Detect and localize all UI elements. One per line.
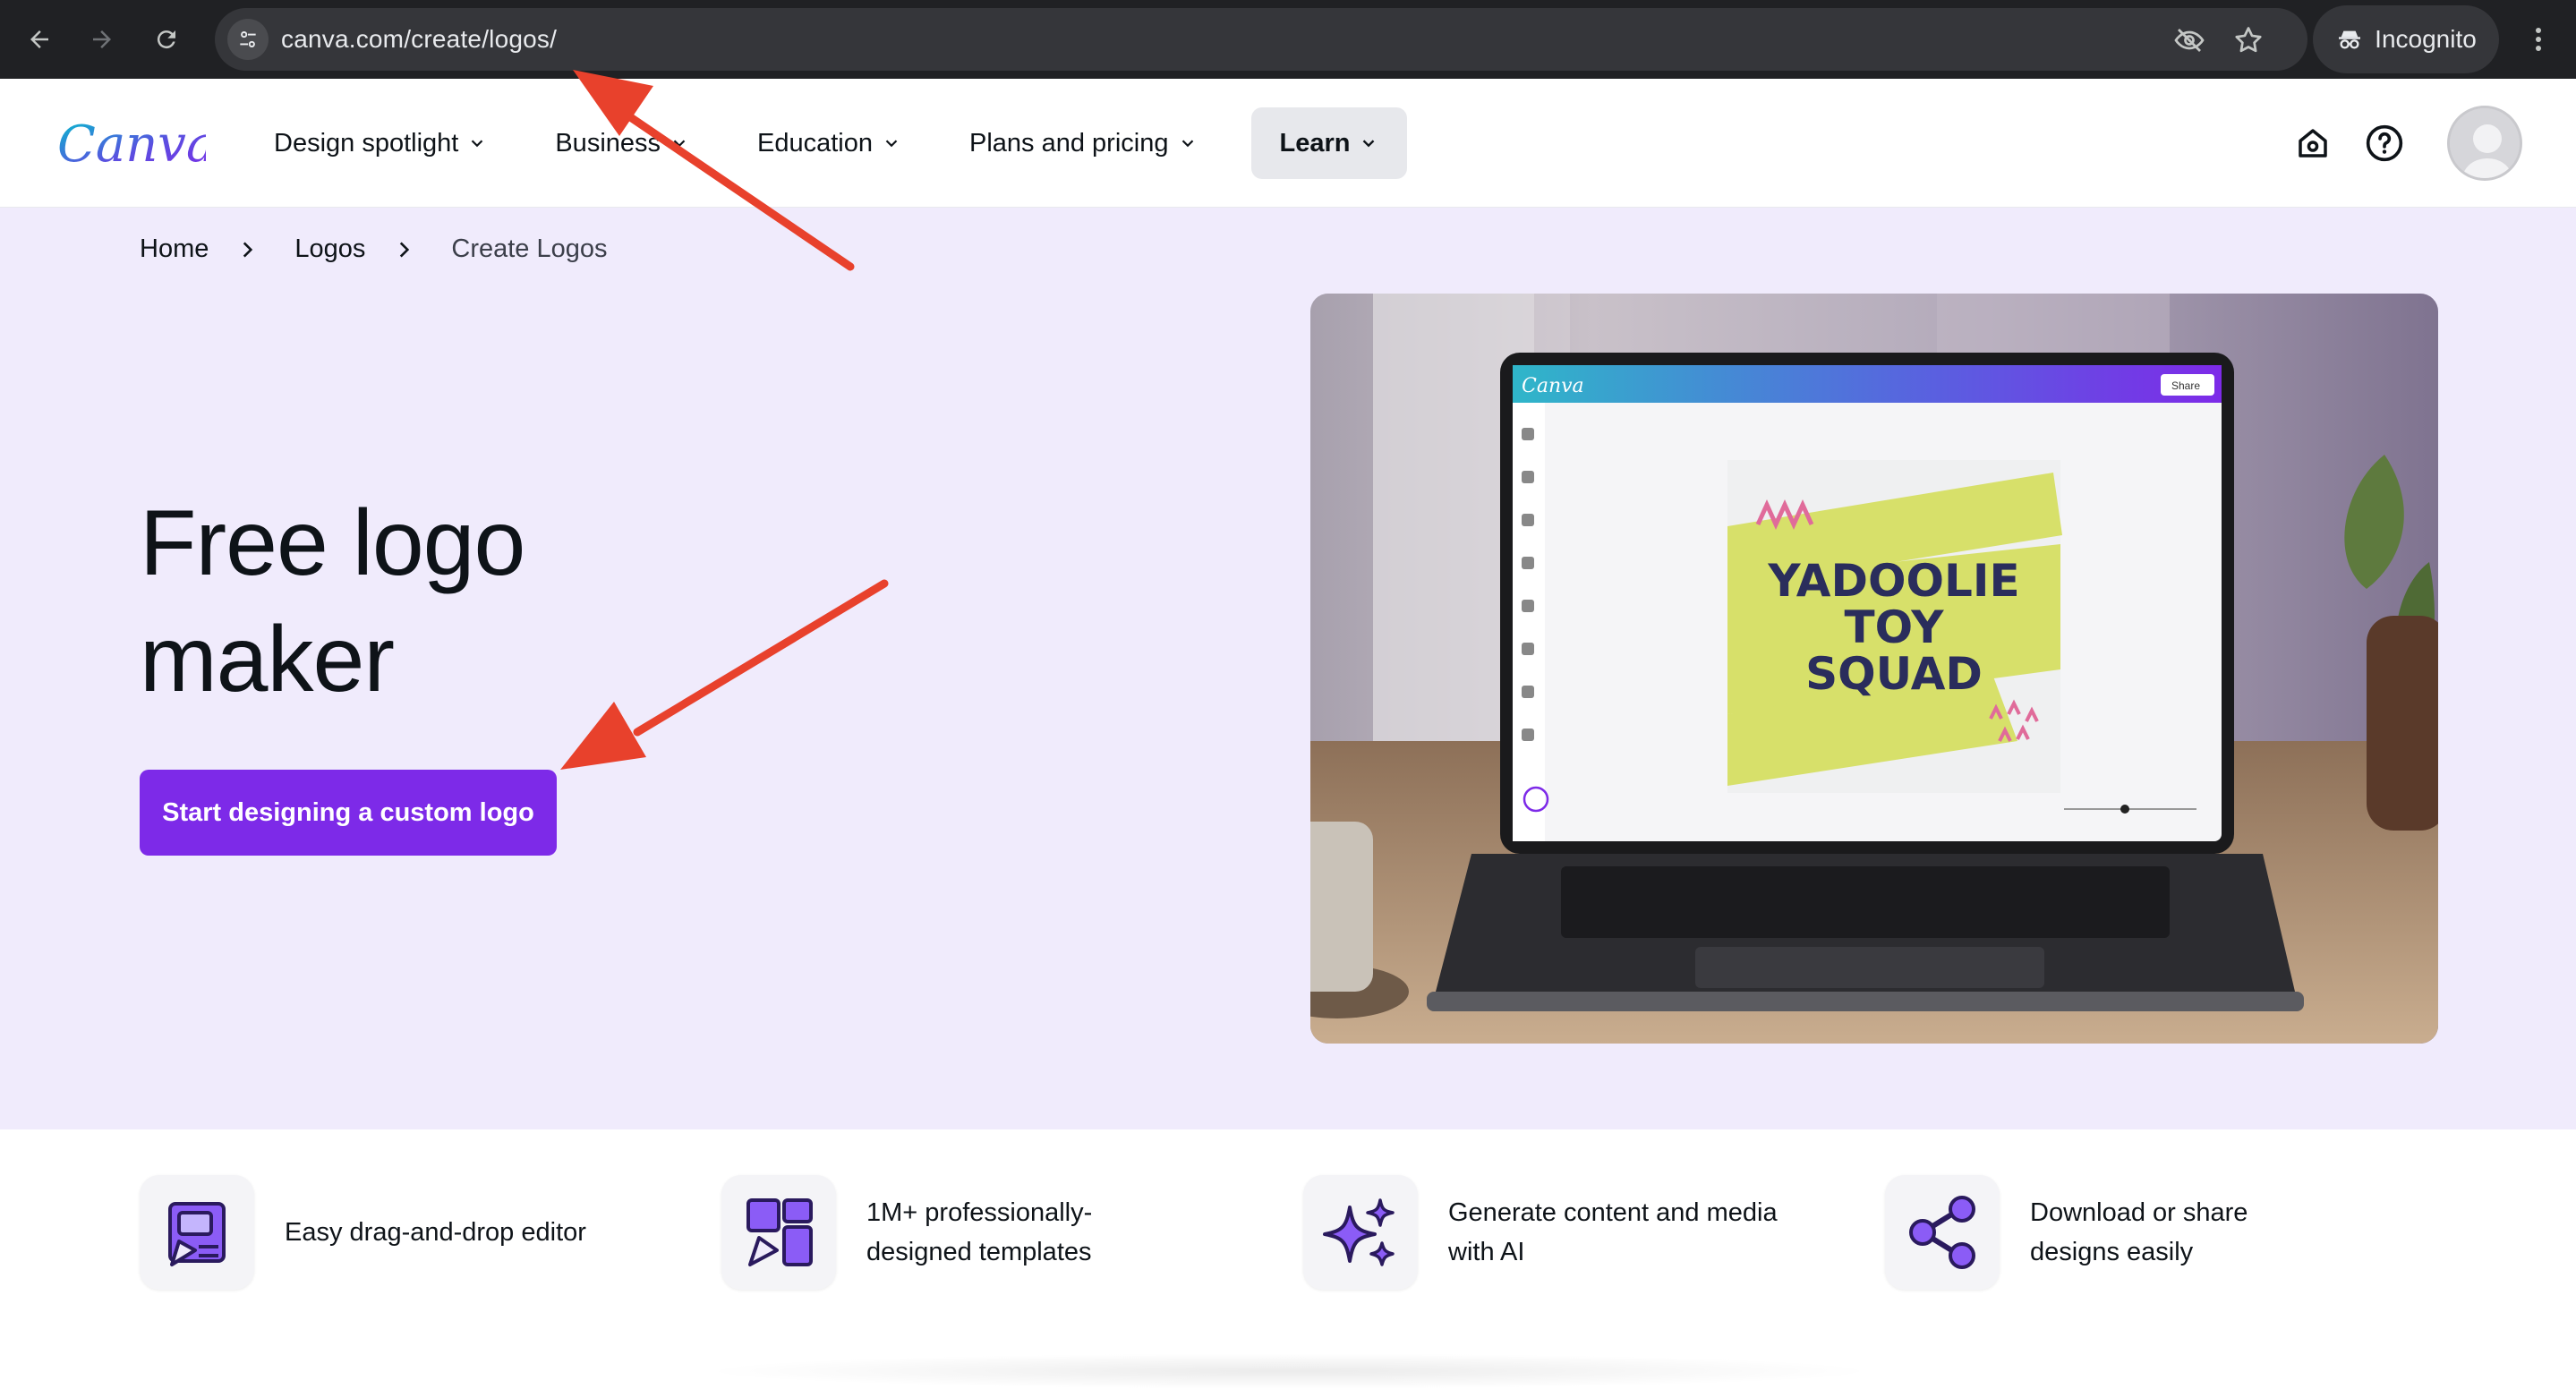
- site-info-button[interactable]: [227, 19, 269, 60]
- browser-chrome: canva.com/create/logos/ Incognito: [0, 0, 2576, 79]
- menu-education[interactable]: Education: [743, 107, 916, 179]
- menu-label: Plans and pricing: [969, 128, 1169, 158]
- incognito-label: Incognito: [2375, 25, 2477, 53]
- more-vertical-icon: [2536, 28, 2541, 51]
- forward-button[interactable]: [79, 16, 125, 63]
- feature-line-2: designed templates: [866, 1238, 1092, 1266]
- page-title: Free logo maker: [140, 485, 766, 718]
- chevron-down-icon: [673, 140, 686, 148]
- chevron-right-icon: [243, 241, 253, 258]
- feature-line-1: 1M+ professionally-: [866, 1198, 1093, 1227]
- feature-line-2: with AI: [1448, 1238, 1525, 1266]
- incognito-icon: [2339, 30, 2361, 49]
- chevron-down-icon: [1181, 140, 1193, 148]
- mockup-line-1: YADOOLIE: [1767, 555, 2019, 607]
- incognito-indicator[interactable]: Incognito: [2313, 5, 2499, 73]
- breadcrumb-home[interactable]: Home: [140, 234, 209, 264]
- hero-image: Canva Share YADOOLIE TOY SQUAD: [1310, 294, 2438, 1044]
- menu-learn[interactable]: Learn: [1250, 107, 1408, 179]
- main-menu: Design spotlight Business Education Plan…: [260, 107, 1446, 179]
- laptop-mockup-illustration: Canva Share YADOOLIE TOY SQUAD: [1310, 294, 2438, 1044]
- start-designing-button[interactable]: Start designing a custom logo: [140, 770, 557, 856]
- chevron-down-icon: [472, 140, 483, 148]
- mockup-brand: Canva: [1522, 375, 1584, 397]
- feature-text: Download or share designs easily: [2030, 1193, 2248, 1272]
- menu-business[interactable]: Business: [541, 107, 704, 179]
- url-text[interactable]: canva.com/create/logos/: [281, 25, 557, 54]
- mockup-share: Share: [2171, 379, 2200, 392]
- sparkle-icon: [1303, 1175, 1418, 1290]
- feature-line-1: Download or share: [2030, 1198, 2248, 1227]
- mockup-line-2: TOY: [1844, 601, 1944, 653]
- share-icon: [1885, 1175, 2000, 1290]
- browser-menu-button[interactable]: [2521, 20, 2556, 59]
- feature-text: Easy drag-and-drop editor: [285, 1213, 586, 1252]
- address-bar[interactable]: canva.com/create/logos/: [215, 8, 2307, 71]
- breadcrumb-current: Create Logos: [451, 234, 608, 263]
- reload-icon: [157, 30, 175, 49]
- reload-button[interactable]: [143, 16, 190, 63]
- drag-drop-icon: [140, 1175, 254, 1290]
- title-line-2: maker: [140, 608, 395, 712]
- tune-icon: [240, 31, 256, 47]
- star-icon[interactable]: [2232, 24, 2265, 56]
- menu-label: Education: [757, 128, 874, 158]
- feature-text: Generate content and media with AI: [1448, 1193, 1778, 1272]
- feature-line-2: designs easily: [2030, 1238, 2194, 1266]
- feature-drag-drop: Easy drag-and-drop editor: [140, 1174, 586, 1291]
- menu-label: Business: [555, 128, 661, 158]
- home-button[interactable]: [2290, 120, 2336, 166]
- menu-label: Design spotlight: [274, 128, 459, 158]
- arrow-right-icon: [93, 30, 111, 48]
- feature-line-1: Generate content and media: [1448, 1198, 1778, 1227]
- back-button[interactable]: [16, 16, 63, 63]
- canva-logo[interactable]: Canva: [54, 113, 206, 175]
- menu-design-spotlight[interactable]: Design spotlight: [260, 107, 501, 179]
- breadcrumb-logos[interactable]: Logos: [294, 234, 365, 264]
- features-section: Easy drag-and-drop editor 1M+ profession…: [0, 1129, 2576, 1389]
- avatar[interactable]: [2447, 106, 2522, 181]
- chevron-right-icon: [400, 241, 410, 258]
- mockup-line-3: SQUAD: [1805, 648, 1983, 700]
- feature-share: Download or share designs easily: [1885, 1174, 2248, 1291]
- chevron-down-icon: [1363, 140, 1375, 148]
- title-line-1: Free logo: [140, 491, 525, 595]
- feature-ai: Generate content and media with AI: [1303, 1174, 1778, 1291]
- feature-text: 1M+ professionally- designed templates: [866, 1193, 1092, 1272]
- user-silhouette-icon: [2450, 108, 2520, 178]
- templates-icon: [721, 1175, 836, 1290]
- menu-label: Learn: [1279, 128, 1351, 158]
- svg-text:Canva: Canva: [57, 115, 206, 174]
- breadcrumb: Home Logos Create Logos: [140, 234, 608, 264]
- feature-line-1: Easy drag-and-drop editor: [285, 1218, 586, 1247]
- hero-section: Home Logos Create Logos Free logo maker …: [0, 208, 2576, 1129]
- menu-plans-and-pricing[interactable]: Plans and pricing: [955, 107, 1211, 179]
- home-icon: [2299, 129, 2327, 158]
- chevron-down-icon: [885, 140, 898, 148]
- help-icon: [2366, 124, 2403, 162]
- feature-templates: 1M+ professionally- designed templates: [721, 1174, 1092, 1291]
- site-header: Canva Design spotlight Business Educatio…: [0, 79, 2576, 208]
- arrow-left-icon: [30, 30, 48, 48]
- help-button[interactable]: [2361, 120, 2408, 166]
- eye-off-icon[interactable]: [2173, 24, 2205, 56]
- scroll-shadow: [698, 1353, 1880, 1389]
